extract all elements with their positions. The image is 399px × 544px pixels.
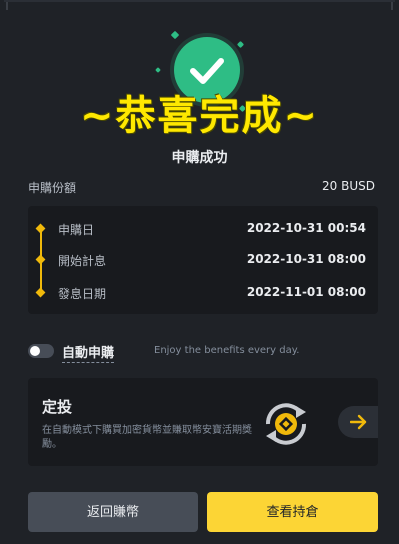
toggle-knob: [30, 346, 40, 356]
timeline-value: 2022-11-01 08:00: [246, 285, 366, 299]
back-to-earn-button[interactable]: 返回賺幣: [28, 492, 198, 532]
sparkle-icon: [155, 67, 161, 73]
celebrate-banner: ~恭喜完成~: [79, 93, 320, 139]
corner-mark: [6, 2, 8, 10]
auto-subscribe-label[interactable]: 自動申購: [62, 342, 115, 363]
amount-row: 申購份額 20 BUSD: [28, 177, 375, 197]
timeline-row: 申購日 2022-10-31 00:54: [28, 219, 378, 239]
timeline-dot-icon: [35, 287, 46, 298]
timeline-dot-icon: [35, 254, 46, 265]
timeline-value: 2022-10-31 00:54: [246, 221, 366, 235]
timeline-row: 發息日期 2022-11-01 08:00: [28, 283, 378, 303]
auto-subscribe-description: Enjoy the benefits every day.: [154, 345, 300, 356]
auto-invest-arrow-button[interactable]: [338, 406, 378, 438]
timeline-dot-icon: [35, 223, 46, 234]
auto-invest-title: 定投: [42, 398, 73, 416]
top-border: [4, 0, 395, 2]
timeline-label: 申購日: [58, 223, 95, 237]
timeline-label: 開始計息: [58, 254, 107, 268]
amount-value: 20 BUSD: [322, 179, 375, 193]
auto-invest-card[interactable]: 定投 在自動模式下購買加密貨幣並賺取幣安寶活期獎勵。: [28, 378, 378, 466]
timeline-value: 2022-10-31 08:00: [246, 252, 366, 266]
arrow-right-icon: [350, 414, 367, 430]
auto-invest-description: 在自動模式下購買加密貨幣並賺取幣安寶活期獎勵。: [42, 425, 252, 450]
auto-subscribe-row: 自動申購 Enjoy the benefits every day.: [28, 340, 378, 363]
timeline-row: 開始計息 2022-10-31 08:00: [28, 250, 378, 270]
timeline-label: 發息日期: [58, 287, 107, 301]
view-holdings-button[interactable]: 查看持倉: [207, 492, 378, 532]
amount-label: 申購份額: [28, 181, 77, 195]
success-title: 申購成功: [171, 150, 228, 166]
timeline-card: 申購日 2022-10-31 00:54 開始計息 2022-10-31 08:…: [28, 206, 378, 314]
auto-subscribe-toggle[interactable]: [28, 344, 54, 358]
corner-mark: [391, 2, 393, 10]
coin-cycle-icon: [260, 398, 312, 450]
